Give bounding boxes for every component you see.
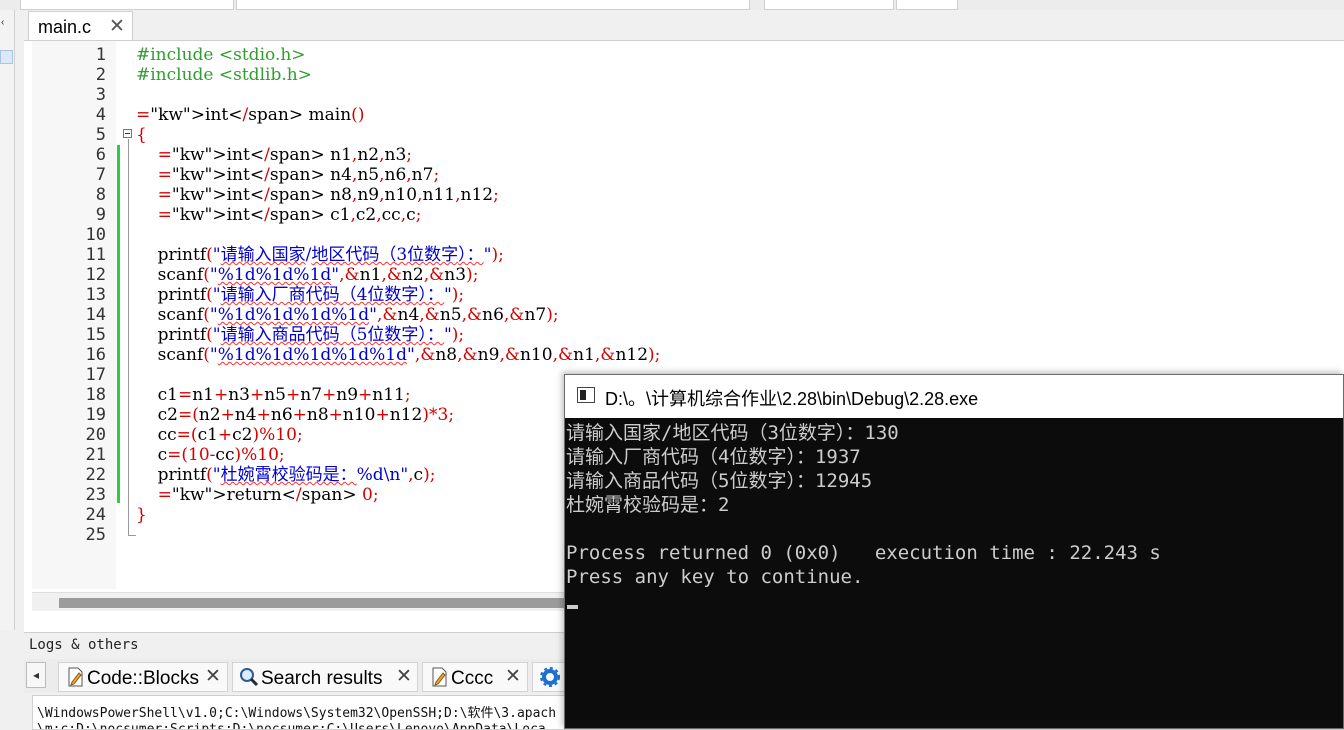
- tab-label: main.c: [38, 17, 92, 37]
- console-line: 请输入厂商代码（4位数字）：1937: [566, 446, 861, 468]
- line-number: 7: [95, 165, 106, 185]
- fold-guide-line: [128, 139, 129, 535]
- line-number: 18: [85, 385, 106, 405]
- tab-code-blocks[interactable]: Code::Blocks ✕: [58, 662, 228, 692]
- tab-search-results[interactable]: Search results ✕: [232, 662, 418, 692]
- text-cursor: [567, 605, 578, 609]
- toolbar-panel: [896, 0, 958, 10]
- line-number: 17: [85, 365, 106, 385]
- line-number: 3: [95, 85, 106, 105]
- line-number: 15: [85, 325, 106, 345]
- fold-guide-end: [128, 535, 136, 536]
- line-number: 24: [85, 505, 106, 525]
- collapse-icon[interactable]: ‹: [1, 18, 4, 28]
- line-number: 13: [85, 285, 106, 305]
- change-marker-bar: [117, 145, 120, 503]
- code-line[interactable]: c1=n1+n3+n5+n7+n9+n11;: [136, 385, 411, 405]
- line-number: 22: [85, 465, 106, 485]
- code-line[interactable]: ="kw">int</span> c1,c2,cc,c;: [136, 205, 422, 225]
- console-window[interactable]: D:\。\计算机综合作业\2.28\bin\Debug\2.28.exe 请输入…: [564, 374, 1344, 729]
- line-number: 12: [85, 265, 106, 285]
- line-number: 6: [95, 145, 106, 165]
- line-number: 20: [85, 425, 106, 445]
- tree-item-selected[interactable]: [0, 50, 13, 64]
- code-line[interactable]: printf("请输入商品代码（5位数字）：");: [136, 325, 465, 345]
- line-number: 9: [95, 205, 106, 225]
- line-number: 16: [85, 345, 106, 365]
- console-line: Process returned 0 (0x0) execution time …: [566, 542, 1161, 564]
- code-line[interactable]: ="kw">int</span> n8,n9,n10,n11,n12;: [136, 185, 499, 205]
- code-line[interactable]: #include <stdio.h>: [136, 45, 306, 65]
- fold-toggle-icon[interactable]: [123, 129, 132, 138]
- code-line[interactable]: printf("请输入国家/地区代码（3位数字）：");: [136, 245, 504, 265]
- code-line[interactable]: ="kw">int</span> n1,n2,n3;: [136, 145, 412, 165]
- magnifier-icon: [240, 668, 259, 687]
- tab-cccc[interactable]: Cccc ✕: [422, 662, 528, 692]
- tab-label: Code::Blocks: [87, 668, 199, 689]
- scrollbar-thumb[interactable]: [59, 598, 574, 608]
- line-number: 8: [95, 185, 106, 205]
- console-title: D:\。\计算机综合作业\2.28\bin\Debug\2.28.exe: [605, 389, 979, 409]
- code-line[interactable]: ="kw">int</span> n4,n5,n6,n7;: [136, 165, 440, 185]
- code-line[interactable]: scanf("%1d%1d%1d%1d",&n4,&n5,&n6,&n7);: [136, 305, 559, 325]
- console-line: 杜婉霄校验码是：2: [566, 494, 730, 516]
- line-number: 19: [85, 405, 106, 425]
- line-number: 5: [95, 125, 106, 145]
- toolbar-combobox[interactable]: [764, 0, 894, 10]
- console-titlebar[interactable]: D:\。\计算机综合作业\2.28\bin\Debug\2.28.exe: [565, 375, 1343, 418]
- code-line[interactable]: scanf("%1d%1d%1d%1d%1d",&n8,&n9,&n10,&n1…: [136, 345, 661, 365]
- code-line[interactable]: #include <stdlib.h>: [136, 65, 312, 85]
- management-panel-edge: ‹: [0, 10, 15, 630]
- tab-main-c[interactable]: main.c ✕: [28, 11, 133, 40]
- tab-scroll-left-button[interactable]: ◂: [26, 662, 46, 688]
- code-line[interactable]: printf("杜婉霄校验码是：%d\n",c);: [136, 465, 436, 485]
- line-number: 4: [95, 105, 106, 125]
- document-pencil-icon: [68, 667, 83, 687]
- tab-build-log[interactable]: [532, 662, 566, 692]
- close-icon[interactable]: ✕: [109, 15, 125, 38]
- line-number: 11: [85, 245, 106, 265]
- console-line: 请输入国家/地区代码（3位数字）：130: [566, 422, 899, 444]
- line-number: 21: [85, 445, 106, 465]
- close-icon[interactable]: ✕: [505, 665, 521, 688]
- console-output[interactable]: 请输入国家/地区代码（3位数字）：130 请输入厂商代码（4位数字）：1937 请输…: [565, 418, 1343, 728]
- tab-label: Cccc: [451, 668, 494, 689]
- logs-pane-title: Logs & others: [29, 637, 139, 653]
- toolbar-panel: [20, 0, 234, 10]
- code-line[interactable]: ="kw">int</span> main(): [136, 105, 364, 125]
- code-line[interactable]: {: [136, 125, 147, 145]
- close-icon[interactable]: ✕: [396, 665, 412, 688]
- code-line[interactable]: cc=(c1+c2)%10;: [136, 425, 303, 445]
- document-pencil-icon: [432, 667, 447, 687]
- close-icon[interactable]: ✕: [205, 665, 221, 688]
- tab-label: Search results: [261, 668, 383, 689]
- toolbar-panel: [236, 0, 750, 10]
- console-window-icon: [577, 387, 595, 403]
- code-line[interactable]: ="kw">return</span> 0;: [136, 485, 379, 505]
- log-line: \WindowsPowerShell\v1.0;C:\Windows\Syste…: [37, 706, 557, 721]
- line-number: 14: [85, 305, 106, 325]
- top-toolbar-strip: [0, 0, 1344, 10]
- code-line[interactable]: scanf("%1d%1d%1d",&n1,&n2,&n3);: [136, 265, 479, 285]
- code-line[interactable]: printf("请输入厂商代码（4位数字）：");: [136, 285, 465, 305]
- line-number: 1: [95, 45, 106, 65]
- console-line: 请输入商品代码（5位数字）：12945: [566, 470, 873, 492]
- code-line[interactable]: }: [136, 505, 147, 525]
- line-number: 25: [85, 525, 106, 545]
- gear-icon: [540, 667, 560, 687]
- line-number: 10: [85, 225, 106, 245]
- code-line[interactable]: c=(10-cc)%10;: [136, 445, 285, 465]
- line-number-gutter: 1 2 3 4 5 6 7 8 9 10 11 12 13 14 15 16 17 18 19 20 21 22 23 24 2…: [32, 41, 116, 589]
- console-line: Press any key to continue.: [566, 566, 864, 588]
- line-number: 2: [95, 65, 106, 85]
- line-number: 23: [85, 485, 106, 505]
- code-line[interactable]: c2=(n2+n4+n6+n8+n10+n12)*3;: [136, 405, 454, 425]
